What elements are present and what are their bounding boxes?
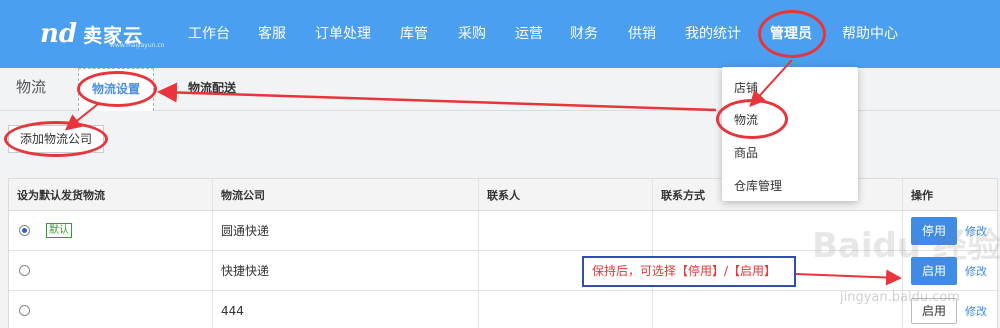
app-window: nd 卖家云 www.maijiayun.cn 工作台 客服 订单处理 库管 采… — [0, 0, 1000, 328]
logo-mark: nd — [40, 19, 78, 49]
tab-logistics-delivery[interactable]: 物流配送 — [182, 68, 242, 111]
menu-item-store[interactable]: 店铺 — [734, 79, 758, 96]
add-button-highlight-ring — [4, 121, 108, 157]
nav-item-help-center[interactable]: 帮助中心 — [842, 24, 898, 44]
nav-item-purchasing[interactable]: 采购 — [458, 24, 486, 44]
company-name: 圆通快递 — [213, 211, 479, 250]
menu-item-warehouse[interactable]: 仓库管理 — [734, 177, 782, 194]
tab-highlight-ring — [77, 71, 157, 107]
nav-item-workbench[interactable]: 工作台 — [188, 24, 230, 44]
annotation-callout: 保持后，可选择【停用】/【启用】 — [582, 256, 796, 287]
company-name: 444 — [213, 291, 479, 328]
nav-item-distribution[interactable]: 供销 — [628, 24, 656, 44]
watermark-url: jingyan.baidu.com — [840, 290, 960, 305]
nav-item-my-stats[interactable]: 我的统计 — [685, 24, 741, 44]
logistics-highlight-ring — [716, 99, 788, 139]
top-navbar: nd 卖家云 www.maijiayun.cn 工作台 客服 订单处理 库管 采… — [0, 0, 1000, 68]
header-actions: 操作 — [911, 188, 933, 202]
nav-item-customer-service[interactable]: 客服 — [258, 24, 286, 44]
nav-item-inventory[interactable]: 库管 — [400, 24, 428, 44]
default-badge: 默认 — [46, 223, 72, 238]
default-radio[interactable] — [19, 305, 30, 316]
contact-cell — [479, 211, 653, 250]
nav-item-finance[interactable]: 财务 — [570, 24, 598, 44]
edit-link[interactable]: 修改 — [965, 303, 987, 319]
header-contact: 联系人 — [479, 179, 653, 210]
brand-logo[interactable]: nd 卖家云 www.maijiayun.cn — [40, 18, 164, 50]
company-name: 快捷快递 — [213, 251, 479, 290]
default-radio[interactable] — [19, 265, 30, 276]
menu-item-products[interactable]: 商品 — [734, 144, 758, 161]
contact-cell — [479, 291, 653, 328]
nav-item-operations[interactable]: 运营 — [515, 24, 543, 44]
default-radio[interactable] — [19, 225, 30, 236]
admin-highlight-ring — [758, 10, 826, 58]
logo-subtext: www.maijiayun.cn — [110, 42, 165, 49]
page-title: 物流 — [16, 78, 47, 96]
watermark: Baidu 经验 — [812, 226, 1000, 266]
nav-item-order-processing[interactable]: 订单处理 — [315, 24, 371, 44]
header-default: 设为默认发货物流 — [9, 179, 213, 210]
header-company: 物流公司 — [213, 179, 479, 210]
